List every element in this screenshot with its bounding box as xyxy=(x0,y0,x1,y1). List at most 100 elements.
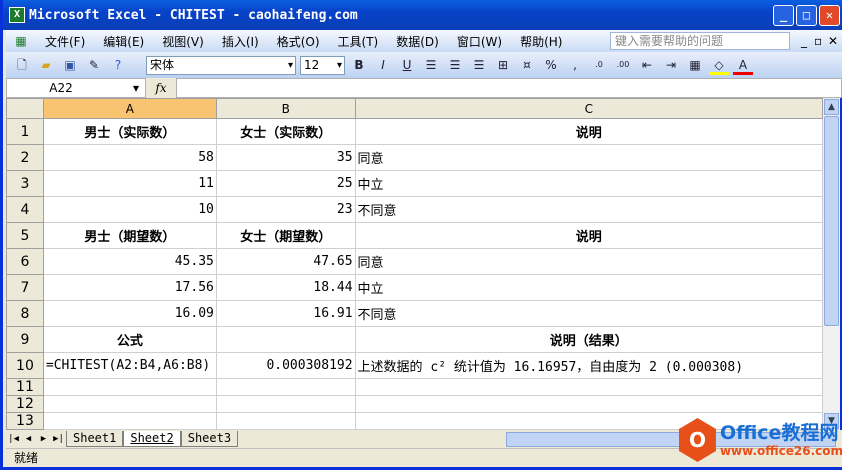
menu-insert[interactable]: 插入(I) xyxy=(213,33,268,50)
first-sheet-icon[interactable]: |◀ xyxy=(6,434,21,444)
menu-file[interactable]: 文件(F) xyxy=(36,33,94,50)
menu-edit[interactable]: 编辑(E) xyxy=(94,33,153,50)
cell-c[interactable] xyxy=(354,395,823,413)
prev-sheet-icon[interactable]: ◀ xyxy=(21,434,36,444)
cell-c[interactable]: 不同意 xyxy=(354,300,823,327)
cell-a[interactable]: =CHITEST(A2:B4,A6:B8) xyxy=(42,352,217,379)
maximize-button[interactable]: □ xyxy=(796,5,817,26)
row-header[interactable]: 1 xyxy=(6,118,44,145)
cell-b[interactable] xyxy=(215,326,356,353)
increase-decimal-icon[interactable]: .0 xyxy=(589,55,609,75)
row-header[interactable]: 10 xyxy=(6,352,44,379)
cell-b[interactable]: 35 xyxy=(215,144,356,171)
help-search-input[interactable]: 键入需要帮助的问题 xyxy=(610,32,790,50)
doc-close-button[interactable]: ✕ xyxy=(828,34,838,48)
name-box[interactable]: A22 ▾ xyxy=(6,78,146,98)
new-icon[interactable]: 🗋 xyxy=(12,55,32,75)
merge-center-icon[interactable]: ⊞ xyxy=(493,55,513,75)
last-sheet-icon[interactable]: ▶| xyxy=(51,434,66,444)
cell-b[interactable]: 16.91 xyxy=(215,300,356,327)
scroll-thumb[interactable] xyxy=(824,116,839,326)
cell-b[interactable]: 女士（实际数） xyxy=(215,118,356,145)
row-header[interactable]: 6 xyxy=(6,248,44,275)
cell-c[interactable]: 中立 xyxy=(354,170,823,197)
doc-minimize-button[interactable]: _ xyxy=(801,34,807,48)
help-icon[interactable]: ? xyxy=(108,55,128,75)
cell-a[interactable]: 公式 xyxy=(42,326,217,353)
cell-b[interactable]: 23 xyxy=(215,196,356,223)
cell-b[interactable]: 女士（期望数） xyxy=(215,222,356,249)
cell-a[interactable]: 11 xyxy=(42,170,217,197)
worksheet-grid[interactable]: A B C 1 男士（实际数） 女士（实际数） 说明 2 58 35 同意 3 11 25 中立 4 10… xyxy=(6,98,823,430)
bold-button[interactable]: B xyxy=(349,55,369,75)
cell-c[interactable]: 说明 xyxy=(354,222,823,249)
cell-b[interactable]: 0.000308192 xyxy=(215,352,356,379)
cell-b[interactable] xyxy=(215,378,356,396)
cell-c[interactable]: 同意 xyxy=(354,248,823,275)
menu-tools[interactable]: 工具(T) xyxy=(329,33,388,50)
borders-icon[interactable]: ▦ xyxy=(685,55,705,75)
comma-button[interactable]: , xyxy=(565,55,585,75)
cell-c[interactable]: 不同意 xyxy=(354,196,823,223)
cell-b[interactable]: 18.44 xyxy=(215,274,356,301)
row-header[interactable]: 8 xyxy=(6,300,44,327)
doc-restore-button[interactable]: ▫ xyxy=(814,34,822,48)
format-painter-icon[interactable]: ✎ xyxy=(84,55,104,75)
scroll-up-icon[interactable]: ▲ xyxy=(824,99,839,115)
font-color-icon[interactable]: A xyxy=(733,55,753,75)
menu-view[interactable]: 视图(V) xyxy=(153,33,213,50)
fx-icon[interactable]: fx xyxy=(146,78,176,98)
decrease-indent-icon[interactable]: ⇤ xyxy=(637,55,657,75)
cell-b[interactable] xyxy=(215,412,356,430)
column-header-c[interactable]: C xyxy=(354,98,823,119)
cell-c[interactable]: 同意 xyxy=(354,144,823,171)
row-header[interactable]: 2 xyxy=(6,144,44,171)
tab-sheet3[interactable]: Sheet3 xyxy=(180,431,239,447)
row-header[interactable]: 13 xyxy=(6,412,44,430)
tab-sheet2[interactable]: Sheet2 xyxy=(123,431,181,447)
next-sheet-icon[interactable]: ▶ xyxy=(36,434,51,444)
column-header-a[interactable]: A xyxy=(42,98,217,119)
row-header[interactable]: 12 xyxy=(6,395,44,413)
cell-b[interactable]: 47.65 xyxy=(215,248,356,275)
cell-a[interactable]: 16.09 xyxy=(42,300,217,327)
close-button[interactable]: ✕ xyxy=(819,5,840,26)
italic-button[interactable]: I xyxy=(373,55,393,75)
fill-color-icon[interactable]: ◇ xyxy=(709,55,729,75)
menu-format[interactable]: 格式(O) xyxy=(268,33,329,50)
cell-a[interactable]: 17.56 xyxy=(42,274,217,301)
cell-a[interactable]: 男士（实际数） xyxy=(42,118,217,145)
vertical-scrollbar[interactable]: ▲ ▼ xyxy=(823,98,840,430)
cell-a[interactable]: 男士（期望数） xyxy=(42,222,217,249)
underline-button[interactable]: U xyxy=(397,55,417,75)
row-header[interactable]: 9 xyxy=(6,326,44,353)
align-center-icon[interactable]: ☰ xyxy=(445,55,465,75)
cell-a[interactable] xyxy=(42,378,217,396)
menu-help[interactable]: 帮助(H) xyxy=(511,33,571,50)
cell-a[interactable]: 58 xyxy=(42,144,217,171)
menu-window[interactable]: 窗口(W) xyxy=(448,33,511,50)
cell-b[interactable] xyxy=(215,395,356,413)
column-header-b[interactable]: B xyxy=(215,98,356,119)
minimize-button[interactable]: _ xyxy=(773,5,794,26)
align-left-icon[interactable]: ☰ xyxy=(421,55,441,75)
cell-a[interactable] xyxy=(42,412,217,430)
cell-c[interactable]: 说明（结果） xyxy=(354,326,823,353)
open-icon[interactable]: ▰ xyxy=(36,55,56,75)
row-header[interactable]: 7 xyxy=(6,274,44,301)
increase-indent-icon[interactable]: ⇥ xyxy=(661,55,681,75)
menu-data[interactable]: 数据(D) xyxy=(387,33,448,50)
cell-c[interactable]: 中立 xyxy=(354,274,823,301)
row-header[interactable]: 4 xyxy=(6,196,44,223)
percent-button[interactable]: % xyxy=(541,55,561,75)
decrease-decimal-icon[interactable]: .00 xyxy=(613,55,633,75)
cell-b[interactable]: 25 xyxy=(215,170,356,197)
tab-sheet1[interactable]: Sheet1 xyxy=(66,431,124,447)
select-all[interactable] xyxy=(6,98,44,119)
save-icon[interactable]: ▣ xyxy=(60,55,80,75)
row-header[interactable]: 3 xyxy=(6,170,44,197)
font-size-select[interactable]: 12 xyxy=(300,55,345,75)
cell-c[interactable]: 说明 xyxy=(354,118,823,145)
cell-a[interactable]: 45.35 xyxy=(42,248,217,275)
cell-a[interactable] xyxy=(42,395,217,413)
